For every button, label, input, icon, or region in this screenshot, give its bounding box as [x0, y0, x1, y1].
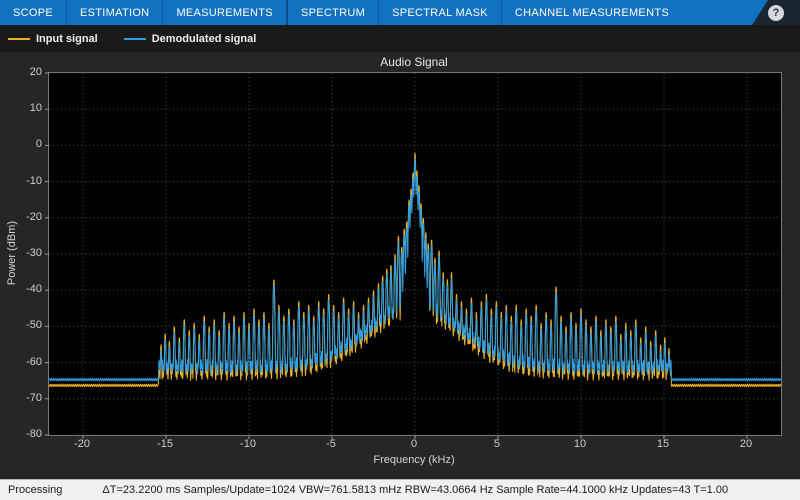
status-processing: Processing — [8, 484, 63, 496]
y-tick-label: 10 — [29, 102, 42, 115]
legend-item-demodulated-signal[interactable]: Demodulated signal — [123, 32, 257, 45]
x-axis-label: Frequency (kHz) — [373, 454, 455, 466]
y-tick-label: -70 — [26, 391, 42, 404]
tab-estimation[interactable]: ESTIMATION — [67, 0, 162, 25]
y-tick-label: 20 — [29, 66, 42, 78]
plot-region: Audio Signal Power (dBm) -20 -15 -10 -5 0 5 10… — [0, 52, 800, 479]
tab-spectrum[interactable]: SPECTRUM — [288, 0, 378, 25]
tab-spectral-mask[interactable]: SPECTRAL MASK — [379, 0, 501, 25]
x-tick-label: 15 — [656, 438, 670, 450]
status-stats: ΔT=23.2200 ms Samples/Update=1024 VBW=76… — [102, 484, 729, 496]
legend-swatch — [123, 37, 146, 40]
x-tick-label: -20 — [74, 438, 90, 450]
help-button[interactable]: ? — [768, 4, 784, 21]
spectrum-analyzer-window: SCOPE ESTIMATION MEASUREMENTS SPECTRUM SPECT… — [0, 0, 800, 500]
legend-swatch — [8, 37, 30, 40]
help-wedge: ? — [752, 0, 800, 25]
x-tick-label: 10 — [573, 438, 587, 450]
y-tick-label: 0 — [35, 138, 42, 151]
y-tick-label: -20 — [26, 210, 42, 223]
x-tick-label: -10 — [240, 438, 256, 450]
y-tick-label: -40 — [26, 283, 42, 296]
tab-list: SCOPE ESTIMATION MEASUREMENTS SPECTRUM SPECT… — [0, 0, 682, 25]
y-tick-label: -10 — [26, 174, 42, 187]
plot-title: Audio Signal — [380, 55, 448, 69]
tab-channel-measurements[interactable]: CHANNEL MEASUREMENTS — [502, 0, 682, 25]
y-tick-label: -50 — [26, 319, 42, 332]
legend-label: Demodulated signal — [151, 32, 257, 45]
y-tick-label: -80 — [26, 428, 42, 440]
x-tick-label: 0 — [410, 438, 418, 450]
legend-item-input-signal[interactable]: Input signal — [8, 33, 98, 45]
legend-bar: Input signal Demodulated signal — [0, 25, 800, 52]
x-tick-label: 20 — [739, 438, 753, 450]
status-bar: Processing ΔT=23.2200 ms Samples/Update=… — [0, 479, 800, 500]
tab-scope[interactable]: SCOPE — [0, 0, 66, 25]
x-tick-label: 5 — [493, 438, 501, 450]
tab-measurements[interactable]: MEASUREMENTS — [163, 0, 286, 25]
toolstrip-tabbar: SCOPE ESTIMATION MEASUREMENTS SPECTRUM SPECT… — [0, 0, 800, 25]
x-tick-label: -15 — [157, 438, 173, 450]
y-tick-label: -30 — [26, 247, 42, 259]
y-tick-label: -60 — [26, 355, 42, 368]
plot-canvas[interactable] — [45, 72, 782, 439]
legend-label: Input signal — [36, 32, 98, 45]
x-tick-label: -5 — [326, 438, 336, 450]
